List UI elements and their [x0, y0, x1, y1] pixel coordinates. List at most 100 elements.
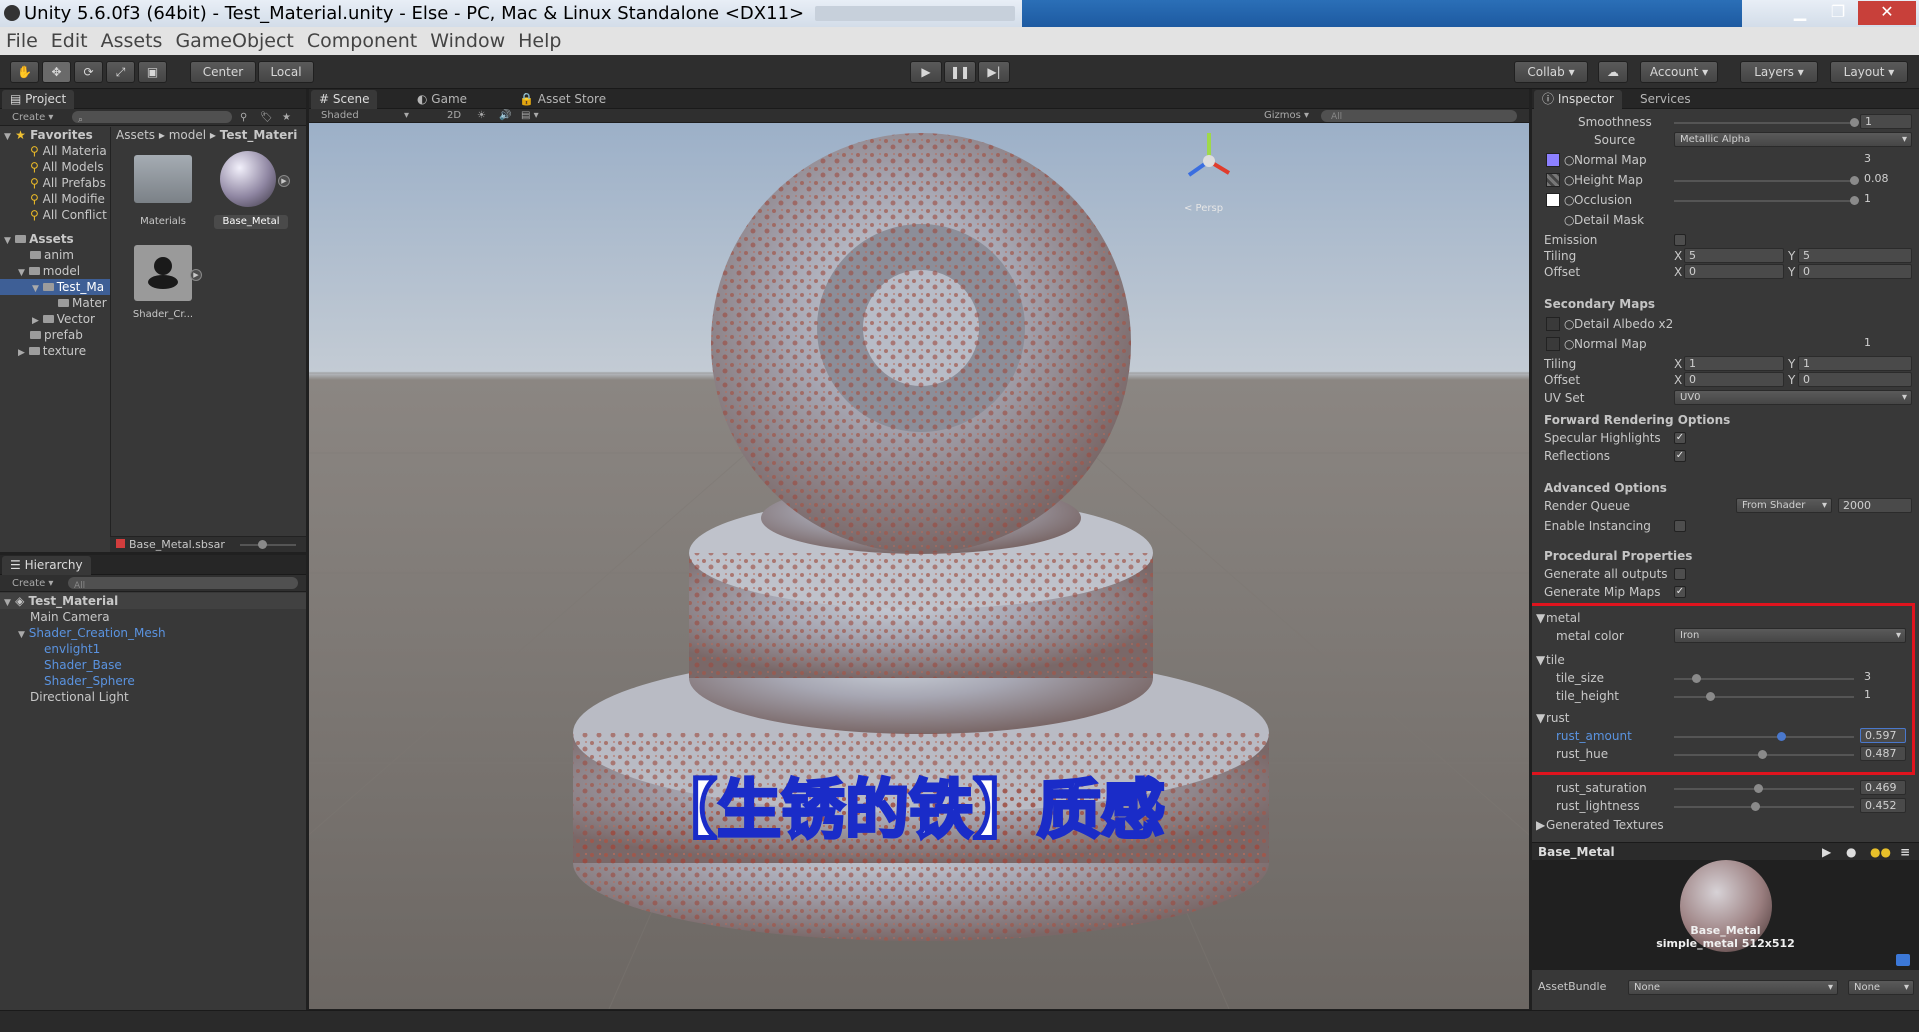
scale-tool-icon[interactable]: ⤢ — [106, 61, 135, 83]
group-rust[interactable]: ▼ rust — [1532, 709, 1919, 727]
move-tool-icon[interactable]: ✥ — [42, 61, 71, 83]
rotate-tool-icon[interactable]: ⟳ — [74, 61, 103, 83]
shader-graph-icon[interactable] — [134, 245, 192, 301]
folder-item[interactable]: ▼ model — [0, 263, 110, 279]
detail-albedo-thumbnail[interactable] — [1546, 317, 1560, 331]
asset-label-tag-icon[interactable] — [1896, 954, 1910, 966]
project-create-button[interactable]: Create ▾ — [12, 109, 53, 126]
rust-hue-knob[interactable] — [1757, 750, 1767, 759]
cloud-icon[interactable]: ☁ — [1598, 61, 1628, 83]
project-search-input[interactable]: ⌕ — [72, 111, 232, 125]
shading-mode-dropdown[interactable]: Shaded — [321, 109, 359, 123]
2d-toggle[interactable]: 2D — [447, 109, 461, 123]
favorites-header[interactable]: ▼ ★ Favorites — [0, 127, 110, 143]
tile-height-slider[interactable] — [1674, 692, 1854, 701]
normal-map-2-thumbnail[interactable] — [1546, 337, 1560, 351]
hierarchy-item[interactable]: Directional Light — [0, 689, 306, 705]
instancing-checkbox[interactable] — [1674, 520, 1686, 532]
rust-amount-value[interactable]: 0.597 — [1860, 728, 1906, 743]
smoothness-value[interactable]: 1 — [1860, 114, 1912, 129]
tab-game[interactable]: ◐ Game — [409, 90, 475, 109]
folder-item[interactable]: anim — [0, 247, 110, 263]
menu-file[interactable]: File — [6, 30, 38, 52]
pivot-local-button[interactable]: Local — [258, 61, 314, 83]
rust-amount-knob[interactable] — [1777, 732, 1787, 741]
group-tile[interactable]: ▼ tile — [1532, 651, 1919, 669]
emission-checkbox[interactable] — [1674, 234, 1686, 246]
render-queue-value[interactable]: 2000 — [1838, 498, 1912, 513]
menu-gameobject[interactable]: GameObject — [175, 30, 293, 52]
layers-dropdown[interactable]: Layers ▾ — [1740, 61, 1818, 83]
smoothness-slider[interactable] — [1674, 118, 1859, 127]
favorite-item[interactable]: ⚲ All Materia — [0, 143, 110, 159]
rust-hue-value[interactable]: 0.487 — [1860, 746, 1906, 761]
step-icon[interactable]: ▶| — [978, 61, 1010, 83]
preview-play-icon[interactable]: ▶ — [1822, 843, 1831, 861]
rust-hue-slider[interactable] — [1674, 750, 1854, 759]
menu-component[interactable]: Component — [307, 30, 417, 52]
menu-assets[interactable]: Assets — [101, 30, 163, 52]
offset-y-value[interactable]: 0 — [1798, 264, 1912, 279]
normal-map-value[interactable]: 3 — [1860, 152, 1912, 167]
favorite-item[interactable]: ⚲ All Modifie — [0, 191, 110, 207]
smoothness-knob[interactable] — [1850, 118, 1859, 127]
preview-light-icon[interactable]: ●● — [1870, 843, 1891, 861]
filter-type-icon[interactable]: ⚲ — [240, 109, 247, 126]
favorite-item[interactable]: ⚲ All Models — [0, 159, 110, 175]
render-queue-dropdown[interactable]: From Shader — [1736, 498, 1832, 513]
folder-icon[interactable] — [134, 155, 192, 203]
tile-size-value[interactable]: 3 — [1860, 670, 1906, 685]
breadcrumb-item[interactable]: Assets — [116, 128, 155, 142]
tile-size-knob[interactable] — [1691, 674, 1701, 683]
zoom-slider-knob[interactable] — [258, 540, 268, 549]
group-metal[interactable]: ▼ metal — [1532, 609, 1919, 627]
breadcrumb-item[interactable]: Test_Materi — [220, 128, 298, 142]
rect-tool-icon[interactable]: ▣ — [138, 61, 167, 83]
collab-button[interactable]: Collab ▾ — [1514, 61, 1588, 83]
menu-help[interactable]: Help — [518, 30, 561, 52]
layout-dropdown[interactable]: Layout ▾ — [1830, 61, 1908, 83]
assetbundle-variant-dropdown[interactable]: None — [1848, 980, 1914, 995]
tile-height-value[interactable]: 1 — [1860, 688, 1906, 703]
lighting-icon[interactable]: ☀ — [477, 109, 486, 123]
folder-item[interactable]: prefab — [0, 327, 110, 343]
tab-scene[interactable]: # Scene — [311, 90, 378, 109]
menu-window[interactable]: Window — [430, 30, 505, 52]
close-icon[interactable]: ✕ — [1858, 1, 1916, 25]
favorite-item[interactable]: ⚲ All Prefabs — [0, 175, 110, 191]
rust-lightness-value[interactable]: 0.452 — [1860, 798, 1906, 813]
height-map-knob[interactable] — [1850, 176, 1859, 185]
folder-item[interactable]: Mater — [0, 295, 110, 311]
hierarchy-search-input[interactable]: All — [68, 577, 298, 591]
folder-item[interactable]: ▶ texture — [0, 343, 110, 359]
assetbundle-dropdown[interactable]: None — [1628, 980, 1838, 995]
rust-lightness-slider[interactable] — [1674, 802, 1854, 811]
normal-map-thumbnail[interactable] — [1546, 153, 1560, 167]
rust-saturation-value[interactable]: 0.469 — [1860, 780, 1906, 795]
tiling-y-value[interactable]: 5 — [1798, 248, 1912, 263]
minimize-icon[interactable]: ▁ — [1782, 1, 1818, 25]
preview-sphere-icon[interactable]: ● — [1846, 843, 1856, 861]
scene-header[interactable]: ▼ ◈ Test_Material — [0, 593, 306, 609]
effects-icon[interactable]: ▤ ▾ — [521, 109, 539, 123]
audio-icon[interactable]: 🔊 — [499, 109, 511, 123]
hand-tool-icon[interactable]: ✋ — [10, 61, 39, 83]
hierarchy-item[interactable]: Shader_Sphere — [0, 673, 306, 689]
perspective-label[interactable]: < Persp — [1184, 203, 1223, 214]
tab-inspector[interactable]: ⓘ Inspector — [1534, 90, 1622, 109]
tile-height-knob[interactable] — [1706, 692, 1715, 701]
folder-item-selected[interactable]: ▼ Test_Ma — [0, 279, 110, 295]
offset-2-y-value[interactable]: 0 — [1798, 372, 1912, 387]
tiling-x-value[interactable]: 5 — [1684, 248, 1784, 263]
tile-size-slider[interactable] — [1674, 674, 1854, 683]
height-map-slider[interactable] — [1674, 176, 1859, 185]
rust-saturation-slider[interactable] — [1674, 784, 1854, 793]
gizmos-dropdown[interactable]: Gizmos ▾ — [1264, 109, 1309, 123]
hierarchy-item[interactable]: ▼ Shader_Creation_Mesh — [0, 625, 306, 641]
occlusion-knob[interactable] — [1850, 196, 1859, 205]
tiling-2-y-value[interactable]: 1 — [1798, 356, 1912, 371]
reflections-checkbox[interactable]: ✓ — [1674, 450, 1686, 462]
rust-saturation-knob[interactable] — [1754, 784, 1764, 793]
occlusion-value[interactable]: 1 — [1860, 192, 1912, 207]
pivot-center-button[interactable]: Center — [190, 61, 256, 83]
